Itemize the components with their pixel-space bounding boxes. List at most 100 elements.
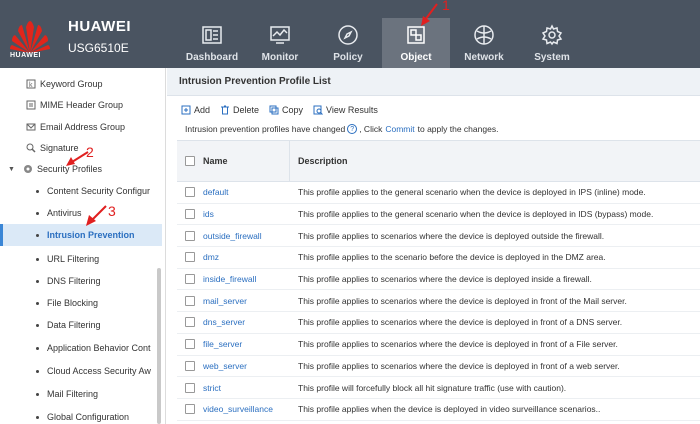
table-row[interactable]: default This profile applies to the gener… [177, 182, 700, 204]
table-row[interactable]: file_server This profile applies to scena… [177, 334, 700, 356]
commit-notice: Intrusion prevention profiles have chang… [185, 124, 498, 134]
add-label: Add [194, 105, 211, 115]
add-icon [181, 105, 191, 115]
profile-name-link[interactable]: strict [203, 383, 221, 393]
add-button[interactable]: Add [181, 105, 210, 115]
annotation-number-3: 3 [108, 203, 116, 219]
nav-network[interactable]: Network [450, 18, 518, 68]
nav-system[interactable]: System [518, 18, 586, 68]
sidebar-item-label: Mail Filtering [47, 389, 99, 399]
nav-dashboard[interactable]: Dashboard [178, 18, 246, 68]
profile-name-link[interactable]: outside_firewall [203, 231, 262, 241]
description-column-header[interactable]: Description [290, 141, 700, 181]
profile-name-link[interactable]: dmz [203, 252, 219, 262]
profile-name-link[interactable]: ids [203, 209, 214, 219]
sidebar-item-dns-filtering[interactable]: DNS Filtering [0, 270, 155, 292]
profile-name-link[interactable]: default [203, 187, 229, 197]
profile-description: This profile will forcefully block all h… [298, 382, 567, 393]
profile-name-link[interactable]: inside_firewall [203, 274, 256, 284]
sidebar-item-label: DNS Filtering [47, 276, 101, 286]
copy-label: Copy [282, 105, 304, 115]
row-checkbox[interactable] [185, 404, 195, 415]
sidebar-item-label: Cloud Access Security Aw [47, 366, 151, 376]
row-checkbox[interactable] [185, 252, 195, 263]
notice-mid: , Click [359, 124, 383, 134]
keyword-group-icon: k [26, 79, 36, 89]
row-checkbox[interactable] [185, 360, 195, 371]
view-results-icon [313, 105, 323, 115]
sidebar-item-email-address-group[interactable]: Email Address Group [0, 116, 155, 138]
row-checkbox[interactable] [185, 295, 195, 306]
row-checkbox[interactable] [185, 317, 195, 328]
select-all-checkbox[interactable] [185, 156, 195, 166]
sidebar-item-content-security[interactable]: Content Security Configur [0, 180, 155, 202]
toolbar: Add Delete Copy View Results [181, 102, 388, 118]
table-row[interactable]: web_server This profile applies to scenar… [177, 356, 700, 378]
bullet-icon [36, 211, 39, 215]
signature-icon [26, 143, 36, 153]
name-column-header[interactable]: Name [177, 141, 290, 181]
table-row[interactable]: mail_server This profile applies to scena… [177, 290, 700, 313]
view-results-button[interactable]: View Results [313, 105, 378, 115]
profile-name-link[interactable]: file_server [203, 339, 242, 349]
annotation-number-2: 2 [86, 144, 94, 160]
profile-name-link[interactable]: mail_server [203, 296, 247, 306]
table-row[interactable]: strict This profile will forcefully block… [177, 377, 700, 399]
column-label-description: Description [298, 156, 348, 166]
logo-text: HUAWEI [10, 52, 41, 59]
sidebar-item-intrusion-prevention[interactable]: Intrusion Prevention [0, 224, 162, 246]
sidebar-item-label: MIME Header Group [40, 100, 124, 110]
sidebar-item-mime-header-group[interactable]: MIME Header Group [0, 94, 155, 116]
delete-button[interactable]: Delete [220, 105, 259, 115]
sidebar-item-label: File Blocking [47, 298, 99, 308]
table-row[interactable]: dmz This profile applies to the scenario … [177, 247, 700, 269]
table-row[interactable]: outside_firewall This profile applies to … [177, 225, 700, 248]
table-row[interactable]: video_surveillance This profile applies w… [177, 399, 700, 421]
nav-monitor[interactable]: Monitor [246, 18, 314, 68]
annotation-number-1: 1 [442, 0, 450, 13]
bullet-icon [36, 346, 39, 350]
sidebar-item-global-configuration[interactable]: Global Configuration [0, 406, 155, 424]
bullet-icon [36, 279, 39, 283]
profile-description: This profile applies to scenarios where … [298, 317, 623, 328]
sidebar-item-data-filtering[interactable]: Data Filtering [0, 314, 155, 336]
profile-description: This profile applies to the scenario bef… [298, 252, 606, 263]
sidebar-item-app-behavior[interactable]: Application Behavior Cont [0, 337, 155, 359]
help-icon[interactable]: ? [347, 124, 358, 134]
profile-description: This profile applies to the general scen… [298, 187, 646, 198]
sidebar-item-url-filtering[interactable]: URL Filtering [0, 248, 155, 270]
sidebar-item-mail-filtering[interactable]: Mail Filtering [0, 383, 155, 405]
profile-name-link[interactable]: dns_server [203, 317, 245, 327]
table-row[interactable]: inside_firewall This profile applies to s… [177, 269, 700, 291]
main-nav: Dashboard Monitor Policy Object Network … [178, 18, 586, 68]
sidebar-item-antivirus[interactable]: Antivirus [0, 202, 155, 224]
profile-description: This profile applies to scenarios where … [298, 274, 592, 285]
table-row[interactable]: dns_server This profile applies to scenar… [177, 312, 700, 334]
commit-link[interactable]: Commit [385, 124, 414, 134]
row-checkbox[interactable] [185, 209, 195, 220]
monitor-icon [270, 26, 290, 44]
sidebar-item-cloud-access[interactable]: Cloud Access Security Aw [0, 360, 155, 382]
row-checkbox[interactable] [185, 187, 195, 198]
compass-icon [338, 25, 358, 45]
table-row[interactable]: ids This profile applies to the general s… [177, 204, 700, 226]
sidebar-item-keyword-group[interactable]: k Keyword Group [0, 73, 155, 95]
copy-button[interactable]: Copy [269, 105, 303, 115]
expand-arrow-icon[interactable]: ▼ [8, 166, 15, 173]
sidebar-item-label: Global Configuration [47, 412, 130, 422]
security-profiles-icon [23, 165, 32, 173]
sidebar-item-label: Intrusion Prevention [47, 230, 135, 240]
sidebar-item-label: URL Filtering [47, 254, 100, 264]
row-checkbox[interactable] [185, 382, 195, 393]
row-checkbox[interactable] [185, 274, 195, 285]
row-checkbox[interactable] [185, 339, 195, 350]
profile-name-link[interactable]: video_surveillance [203, 404, 273, 414]
profile-name-link[interactable]: web_server [203, 361, 247, 371]
dashboard-icon [202, 26, 222, 44]
sidebar-item-label: Email Address Group [40, 122, 126, 132]
bullet-icon [36, 415, 39, 419]
sidebar-scrollbar[interactable] [157, 268, 161, 424]
row-checkbox[interactable] [185, 230, 195, 241]
nav-policy[interactable]: Policy [314, 18, 382, 68]
sidebar-item-file-blocking[interactable]: File Blocking [0, 292, 155, 314]
